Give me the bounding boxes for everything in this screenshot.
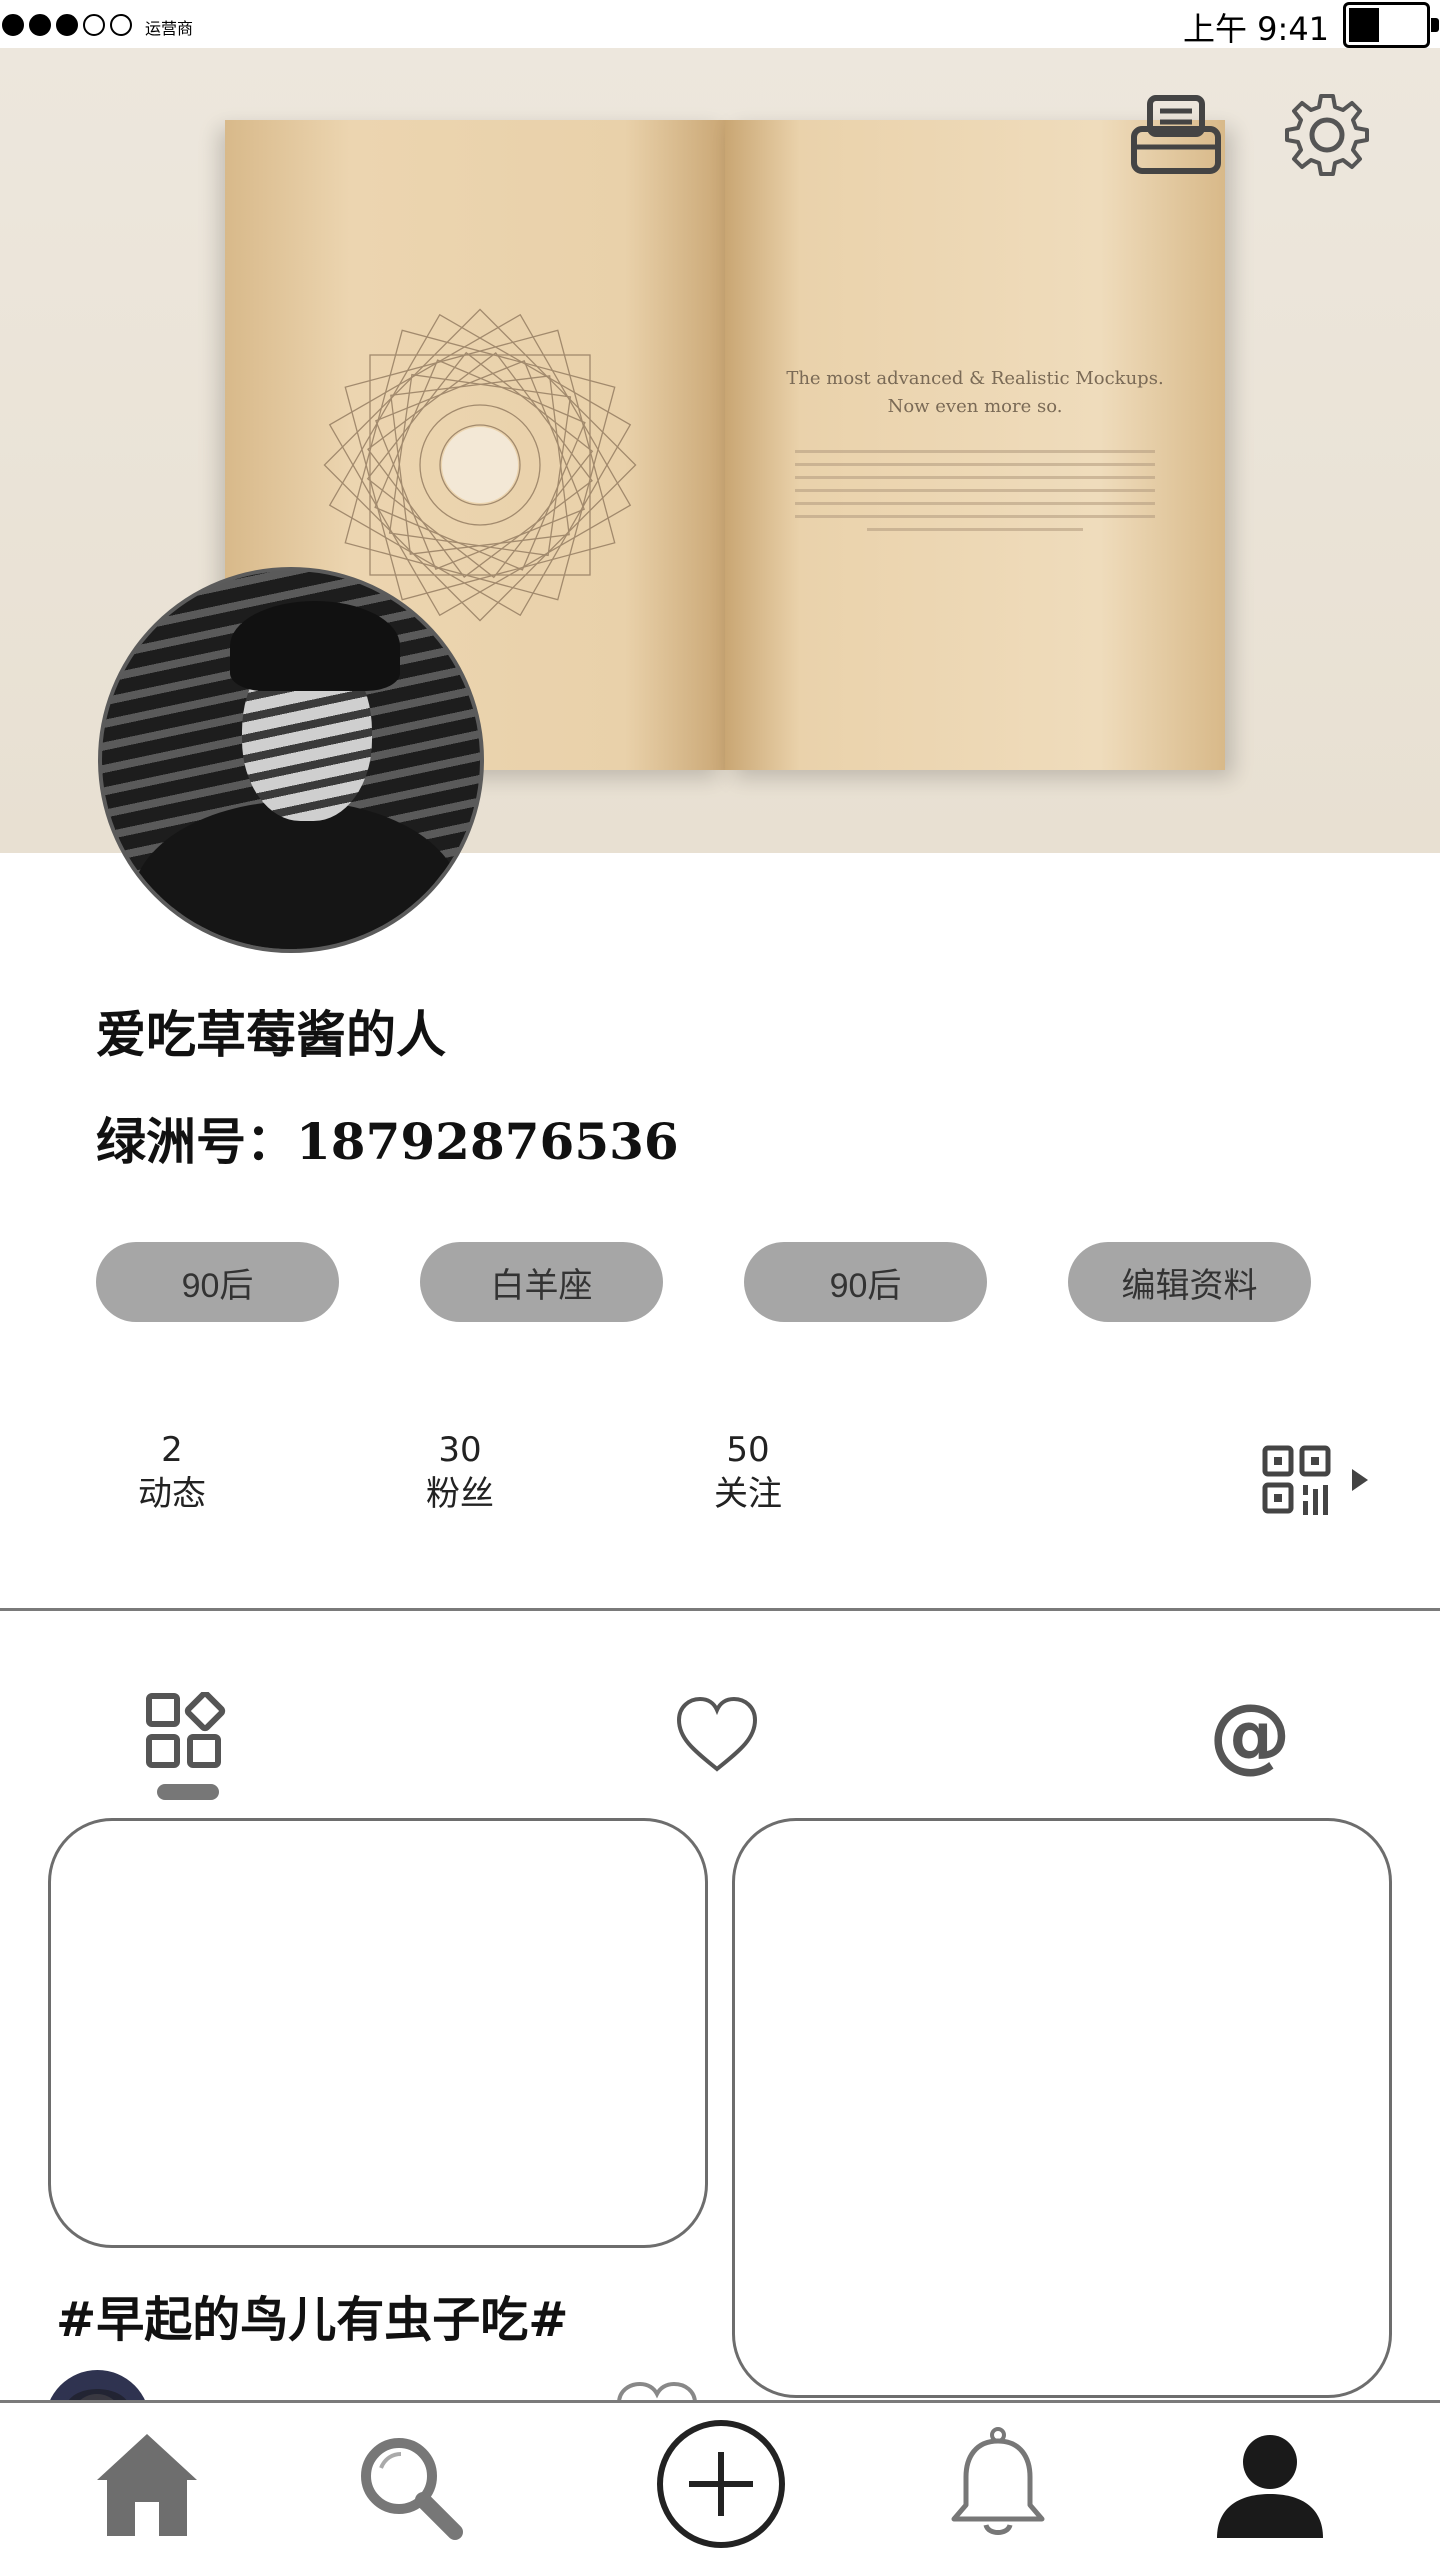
tag-zodiac[interactable]: 白羊座 [420,1242,663,1322]
grid-icon [146,1690,226,1800]
heart-icon [676,1696,758,1772]
bottom-tab-bar [0,2400,1440,2560]
gear-icon [1285,94,1369,176]
tab-likes[interactable] [675,1695,760,1775]
printer-icon [1131,95,1221,174]
avatar[interactable] [98,567,484,953]
status-time: 上午 9:41 [1183,10,1330,48]
nav-add-button[interactable] [655,2418,787,2550]
stat-following-count: 50 [726,1430,770,1470]
tag-age[interactable]: 90后 [96,1242,339,1322]
stat-posts-count: 2 [161,1430,183,1470]
qr-code-button[interactable] [1262,1445,1372,1520]
search-icon [361,2438,463,2540]
post-card-title: #早起的鸟儿有虫子吃# [56,2292,569,2348]
battery-icon [1343,2,1439,48]
tag-list: 90后 白羊座 90后 编辑资料 [96,1242,1336,1322]
tab-posts[interactable] [145,1690,230,1802]
nav-profile-button[interactable] [1215,2432,1325,2542]
edit-profile-button[interactable]: 编辑资料 [1068,1242,1311,1322]
book-text-line-1: The most advanced & Realistic Mockups. [786,368,1164,389]
section-divider [0,1608,1440,1611]
tag-age-2[interactable]: 90后 [744,1242,987,1322]
post-card-2[interactable] [732,1818,1392,2398]
stat-posts-label: 动态 [138,1474,206,1514]
stat-followers-label: 粉丝 [426,1474,494,1514]
settings-button[interactable] [1283,90,1371,178]
oasis-id-value: 18792876536 [296,1112,679,1171]
user-icon [1217,2435,1323,2538]
nav-home-button[interactable] [95,2430,200,2540]
stat-followers[interactable]: 30 粉丝 [390,1428,530,1516]
stat-following-label: 关注 [714,1474,782,1514]
tab-mentions[interactable]: @ [1205,1690,1295,1780]
stat-followers-count: 30 [438,1430,482,1470]
oasis-id: 绿洲号：18792876536 [96,1102,679,1174]
home-icon [97,2434,197,2536]
username: 爱吃草莓酱的人 [96,1006,446,1064]
signal-strength-icon [2,14,132,36]
nav-notifications-button[interactable] [948,2427,1048,2542]
printer-button[interactable] [1130,95,1222,175]
book-paragraph [795,450,1155,541]
status-bar: 运营商 上午 9:41 [0,0,1440,48]
stat-following[interactable]: 50 关注 [678,1428,818,1516]
book-text-line-2: Now even more so. [887,396,1063,417]
stat-posts[interactable]: 2 动态 [102,1428,242,1516]
plus-circle-icon [657,2420,785,2548]
qr-code-icon [1262,1445,1368,1515]
post-card[interactable] [48,1818,708,2248]
oasis-id-label: 绿洲号： [96,1113,296,1171]
carrier-label: 运营商 [145,19,194,38]
nav-search-button[interactable] [355,2432,465,2542]
bell-icon [951,2427,1045,2535]
